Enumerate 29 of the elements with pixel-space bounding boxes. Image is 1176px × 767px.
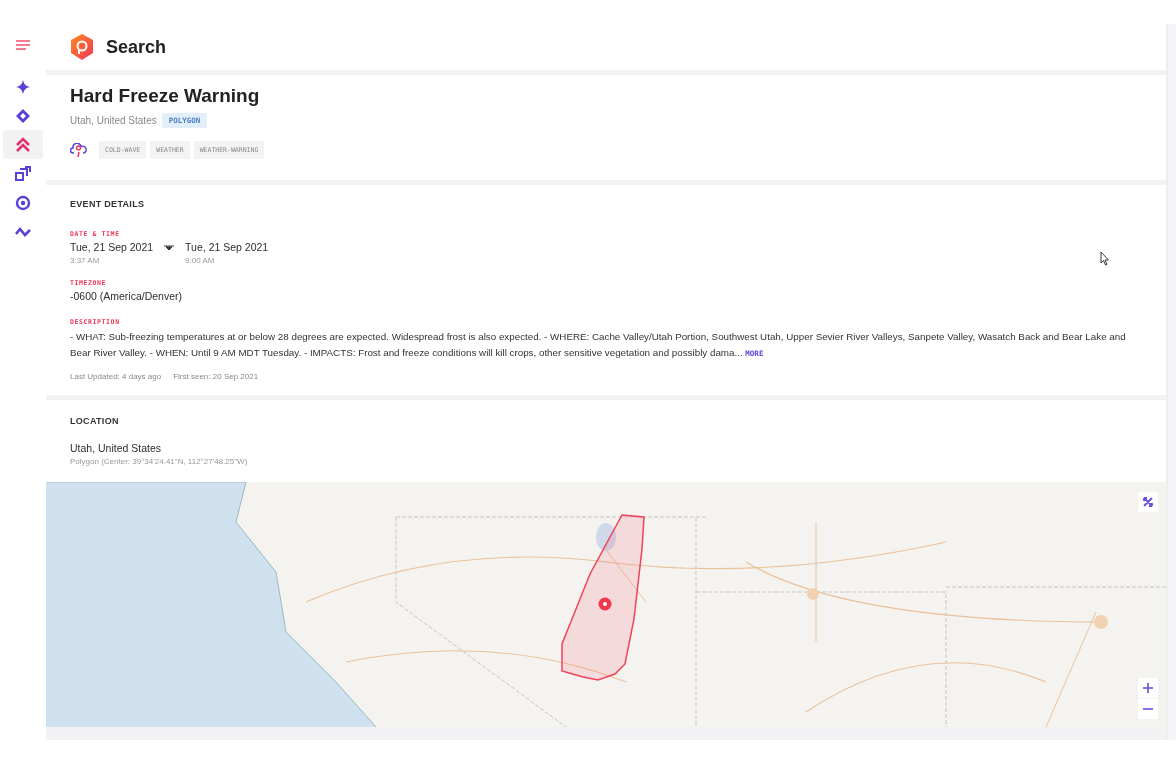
timezone-value: -0600 (America/Denver) <box>70 290 184 302</box>
event-title: Hard Freeze Warning <box>70 85 261 107</box>
location-center: Polygon (Center: 39°34'24.41"N, 112°27'48.25"W) <box>70 457 249 466</box>
zoom-in-button[interactable] <box>1138 678 1158 698</box>
start-date: Tue, 21 Sep 2021 <box>70 241 154 253</box>
fullscreen-button[interactable] <box>1138 492 1158 512</box>
last-updated: Last Updated: 4 days ago <box>70 372 162 381</box>
event-place: Utah, United States <box>70 115 157 126</box>
sidebar-item[interactable] <box>3 130 43 159</box>
section-heading: EVENT DETAILS <box>70 199 146 209</box>
page-title: Search <box>106 36 167 58</box>
end-time: 9:00 AM <box>185 256 216 265</box>
cloud-icon <box>70 142 87 158</box>
first-seen: First seen: 20 Sep 2021 <box>173 372 259 381</box>
location-marker-icon <box>598 597 612 611</box>
menu-icon[interactable] <box>16 40 30 50</box>
zoom-out-button[interactable] <box>1138 699 1158 719</box>
section-heading: LOCATION <box>70 416 120 426</box>
arrow-icon <box>164 245 175 251</box>
chevrons-up-icon <box>15 136 31 153</box>
end-date: Tue, 21 Sep 2021 <box>185 241 269 253</box>
fullscreen-icon <box>1143 497 1153 507</box>
location-place: Utah, United States <box>70 442 163 454</box>
squares-icon <box>15 165 31 182</box>
app-logo-icon <box>70 34 94 60</box>
cursor-icon <box>1100 251 1110 266</box>
diamond-icon <box>15 107 31 124</box>
plus-icon <box>1143 683 1153 693</box>
start-time: 3:37 AM <box>70 256 101 265</box>
